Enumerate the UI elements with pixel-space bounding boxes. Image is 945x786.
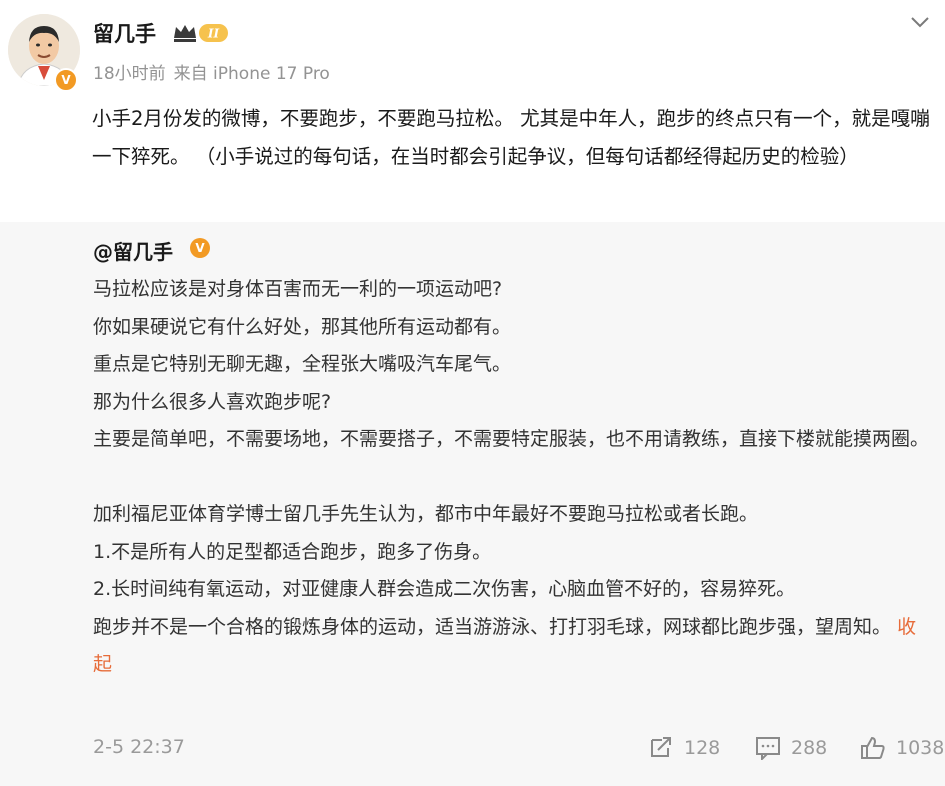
comment-button[interactable]: 288 (755, 736, 827, 760)
quoted-line: 加利福尼亚体育学博士留几手先生认为，都市中年最好不要跑马拉松或者长跑。 (93, 503, 759, 525)
thumbs-up-icon (860, 736, 886, 760)
quoted-line-last: 跑步并不是一个合格的锻炼身体的运动，适当游游泳、打打羽毛球，网球都比跑步强，望周… (93, 609, 933, 684)
quoted-line: 你如果硬说它有什么好处，那其他所有运动都有。 (93, 315, 512, 338)
quoted-verified-badge-icon: V (190, 238, 210, 258)
quoted-author[interactable]: @留几手 (93, 236, 173, 265)
weibo-post-card: V 留几手 II 18小时前 来自 iPhone 17 Pro 小手2月份发的微博… (0, 0, 945, 786)
post-time[interactable]: 18小时前 (93, 64, 166, 84)
verified-badge-icon: V (54, 68, 78, 92)
repost-button[interactable]: 128 (648, 736, 720, 760)
quoted-line: 2.长时间纯有氧运动，对亚健康人群会造成二次伤害，心脑血管不好的，容易猝死。 (93, 578, 796, 600)
quoted-text: 马拉松应该是对身体百害而无一利的一项运动吧? 你如果硬说它有什么好处，那其他所有… (93, 271, 933, 684)
quoted-footer: 2-5 22:37 128 288 1038 (93, 736, 944, 766)
post-text-lead: 小手2月份发的微博，不要跑步，不要跑马拉松。 (92, 107, 514, 130)
crown-level-icon[interactable]: II (172, 22, 230, 48)
quoted-line: 主要是简单吧，不需要场地，不需要搭子，不需要特定服装，也不用请教练，直接下楼就能… (93, 428, 930, 450)
quoted-line: 那为什么很多人喜欢跑步呢? (93, 390, 332, 413)
post-source: 来自 iPhone 17 Pro (173, 64, 330, 84)
like-count: 1038 (896, 737, 945, 759)
quoted-line: 1.不是所有人的足型都适合跑步，跑多了伤身。 (93, 540, 492, 563)
repost-icon (648, 736, 674, 760)
chevron-down-icon[interactable] (909, 14, 931, 34)
level-badge-text: II (207, 27, 220, 41)
like-button[interactable]: 1038 (860, 736, 944, 760)
repost-count: 128 (684, 737, 721, 759)
quoted-timestamp[interactable]: 2-5 22:37 (93, 736, 185, 758)
quoted-line: 重点是它特别无聊无趣，全程张大嘴吸汽车尾气。 (93, 353, 512, 375)
post-meta: 18小时前 来自 iPhone 17 Pro (93, 59, 330, 84)
comment-count: 288 (791, 737, 828, 759)
post-text: 小手2月份发的微博，不要跑步，不要跑马拉松。 尤其是中年人，跑步的终点只有一个，… (92, 100, 937, 176)
quoted-line: 马拉松应该是对身体百害而无一利的一项运动吧? (93, 278, 503, 300)
username[interactable]: 留几手 (93, 18, 156, 48)
comment-icon (755, 736, 781, 760)
quoted-last-text: 跑步并不是一个合格的锻炼身体的运动，适当游游泳、打打羽毛球，网球都比跑步强，望周… (93, 615, 892, 638)
